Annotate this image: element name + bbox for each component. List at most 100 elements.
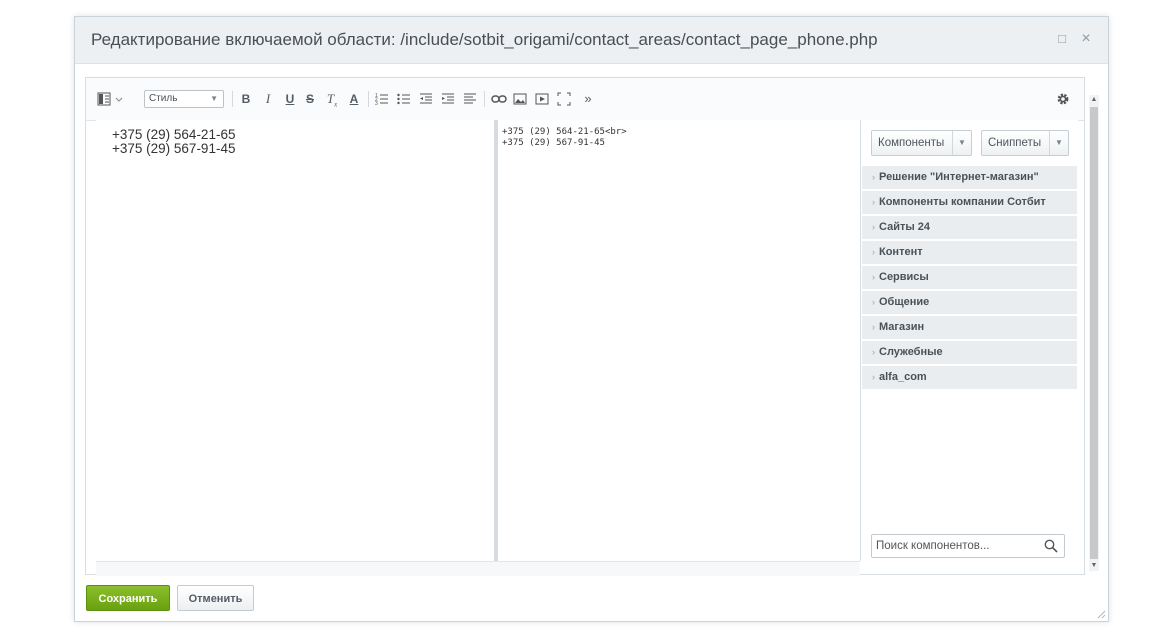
more-button[interactable]: » [580,90,596,108]
chevron-right-icon: › [872,222,875,232]
component-group-label: Сервисы [879,271,929,283]
component-group-item[interactable]: › Магазин [862,316,1077,339]
component-group-label: Компоненты компании Сотбит [879,196,1046,208]
strikethrough-icon: S [305,92,314,106]
underline-button[interactable]: U [282,90,298,108]
chevron-down-icon[interactable]: ▼ [1049,131,1068,155]
components-button-label: Компоненты [878,137,945,149]
clear-format-button[interactable]: Tx [324,90,340,109]
text-color-button[interactable]: A [346,90,362,108]
chevron-right-icon: › [872,197,875,207]
image-icon [513,93,527,105]
chevron-right-icon: › [872,297,875,307]
close-icon[interactable]: × [1078,31,1094,47]
bold-button[interactable]: B [238,90,254,108]
component-group-label: Служебные [879,346,943,358]
chevron-right-icon: › [872,347,875,357]
snippets-button-label: Сниппеты [988,137,1042,149]
text-color-icon: A [349,92,359,106]
dialog-scrollbar[interactable]: ▲ ▼ [1089,95,1099,571]
component-group-item[interactable]: › Решение "Интернет-магазин" [862,166,1077,189]
edit-include-area-dialog: Редактирование включаемой области: /incl… [74,16,1109,622]
component-group-label: alfa_com [879,371,927,383]
settings-button[interactable] [1054,90,1072,108]
component-group-label: Решение "Интернет-магазин" [879,171,1039,183]
ordered-list-icon: 123 [375,93,388,107]
code-line: +375 (29) 564-21-65<br> [502,127,627,137]
component-group-item[interactable]: › Общение [862,291,1077,314]
save-button[interactable]: Сохранить [86,585,170,611]
view-mode-icon [97,92,123,106]
dialog-titlebar[interactable]: Редактирование включаемой области: /incl… [75,17,1108,64]
underline-icon: U [285,92,295,106]
indent-button[interactable] [440,90,456,108]
video-icon [535,93,549,105]
italic-button[interactable]: I [260,90,276,108]
style-select-value: Стиль [149,93,178,104]
fullscreen-icon [557,92,571,106]
component-group-label: Общение [879,296,930,308]
chevron-right-icon: › [872,372,875,382]
components-button[interactable]: Компоненты ▼ [871,130,972,156]
component-group-label: Контент [879,246,923,258]
editor-status-strip [96,561,860,576]
view-mode-button[interactable] [96,90,128,108]
component-search-input[interactable] [876,538,1036,554]
component-group-item[interactable]: › Служебные [862,341,1077,364]
component-group-item[interactable]: › Сервисы [862,266,1077,289]
chevron-right-icon: › [872,322,875,332]
chevron-right-icon: › [872,172,875,182]
component-group-item[interactable]: › alfa_com [862,366,1077,389]
outdent-button[interactable] [418,90,434,108]
video-button[interactable] [534,90,550,108]
component-group-item[interactable]: › Сайты 24 [862,216,1077,239]
svg-text:3: 3 [375,101,378,106]
fullscreen-button[interactable] [556,90,572,108]
code-line: +375 (29) 567-91-45 [502,138,605,148]
unordered-list-button[interactable] [396,90,412,108]
style-select[interactable]: Стиль ▼ [144,90,224,108]
wysiwyg-line: +375 (29) 567-91-45 [112,141,236,156]
more-icon: » [584,91,592,106]
chevron-down-icon[interactable]: ▼ [952,131,971,155]
snippets-button[interactable]: Сниппеты ▼ [981,130,1069,156]
ordered-list-button[interactable]: 123 [374,90,390,108]
clear-format-icon: Tx [326,91,338,109]
scroll-up-icon[interactable]: ▲ [1089,95,1099,105]
search-icon[interactable] [1044,539,1058,553]
link-icon [491,95,507,103]
bold-icon: B [241,92,251,106]
indent-icon [442,93,454,104]
settings-icon [1057,93,1069,105]
wysiwyg-line: +375 (29) 564-21-65 [112,127,236,142]
italic-icon: I [265,91,271,106]
component-group-item[interactable]: › Компоненты компании Сотбит [862,191,1077,214]
html-editor: Стиль ▼ B I U S Tx A 1 2 3 » +375 (29) 5… [85,77,1085,576]
link-button[interactable] [490,90,508,108]
image-button[interactable] [512,90,528,108]
align-button[interactable] [462,90,478,108]
cancel-button[interactable]: Отменить [177,585,254,611]
chevron-right-icon: › [872,272,875,282]
chevron-down-icon: ▼ [210,94,218,103]
outdent-icon [420,93,432,104]
component-search [871,534,1065,558]
maximize-icon[interactable]: □ [1054,31,1070,47]
toolbar-divider [232,91,233,107]
editor-toolbar: Стиль ▼ B I U S Tx A 1 2 3 » [86,78,1084,121]
chevron-right-icon: › [872,247,875,257]
scroll-down-icon[interactable]: ▼ [1089,561,1099,571]
strikethrough-button[interactable]: S [302,90,318,108]
component-group-item[interactable]: › Контент [862,241,1077,264]
code-area[interactable]: +375 (29) 564-21-65<br> +375 (29) 567-91… [498,120,860,561]
components-sidebar: Компоненты ▼ Сниппеты ▼ › Решение "Интерн… [860,120,1078,561]
component-group-label: Магазин [879,321,925,333]
resize-grip-icon[interactable] [1096,609,1106,619]
scrollbar-thumb[interactable] [1090,107,1098,559]
toolbar-divider [484,91,485,107]
components-list: › Решение "Интернет-магазин" › Компоненты … [862,166,1077,391]
wysiwyg-area[interactable]: +375 (29) 564-21-65 +375 (29) 567-91-45 [96,120,498,561]
component-group-label: Сайты 24 [879,221,931,233]
unordered-list-icon [397,93,410,105]
toolbar-divider [368,91,369,107]
